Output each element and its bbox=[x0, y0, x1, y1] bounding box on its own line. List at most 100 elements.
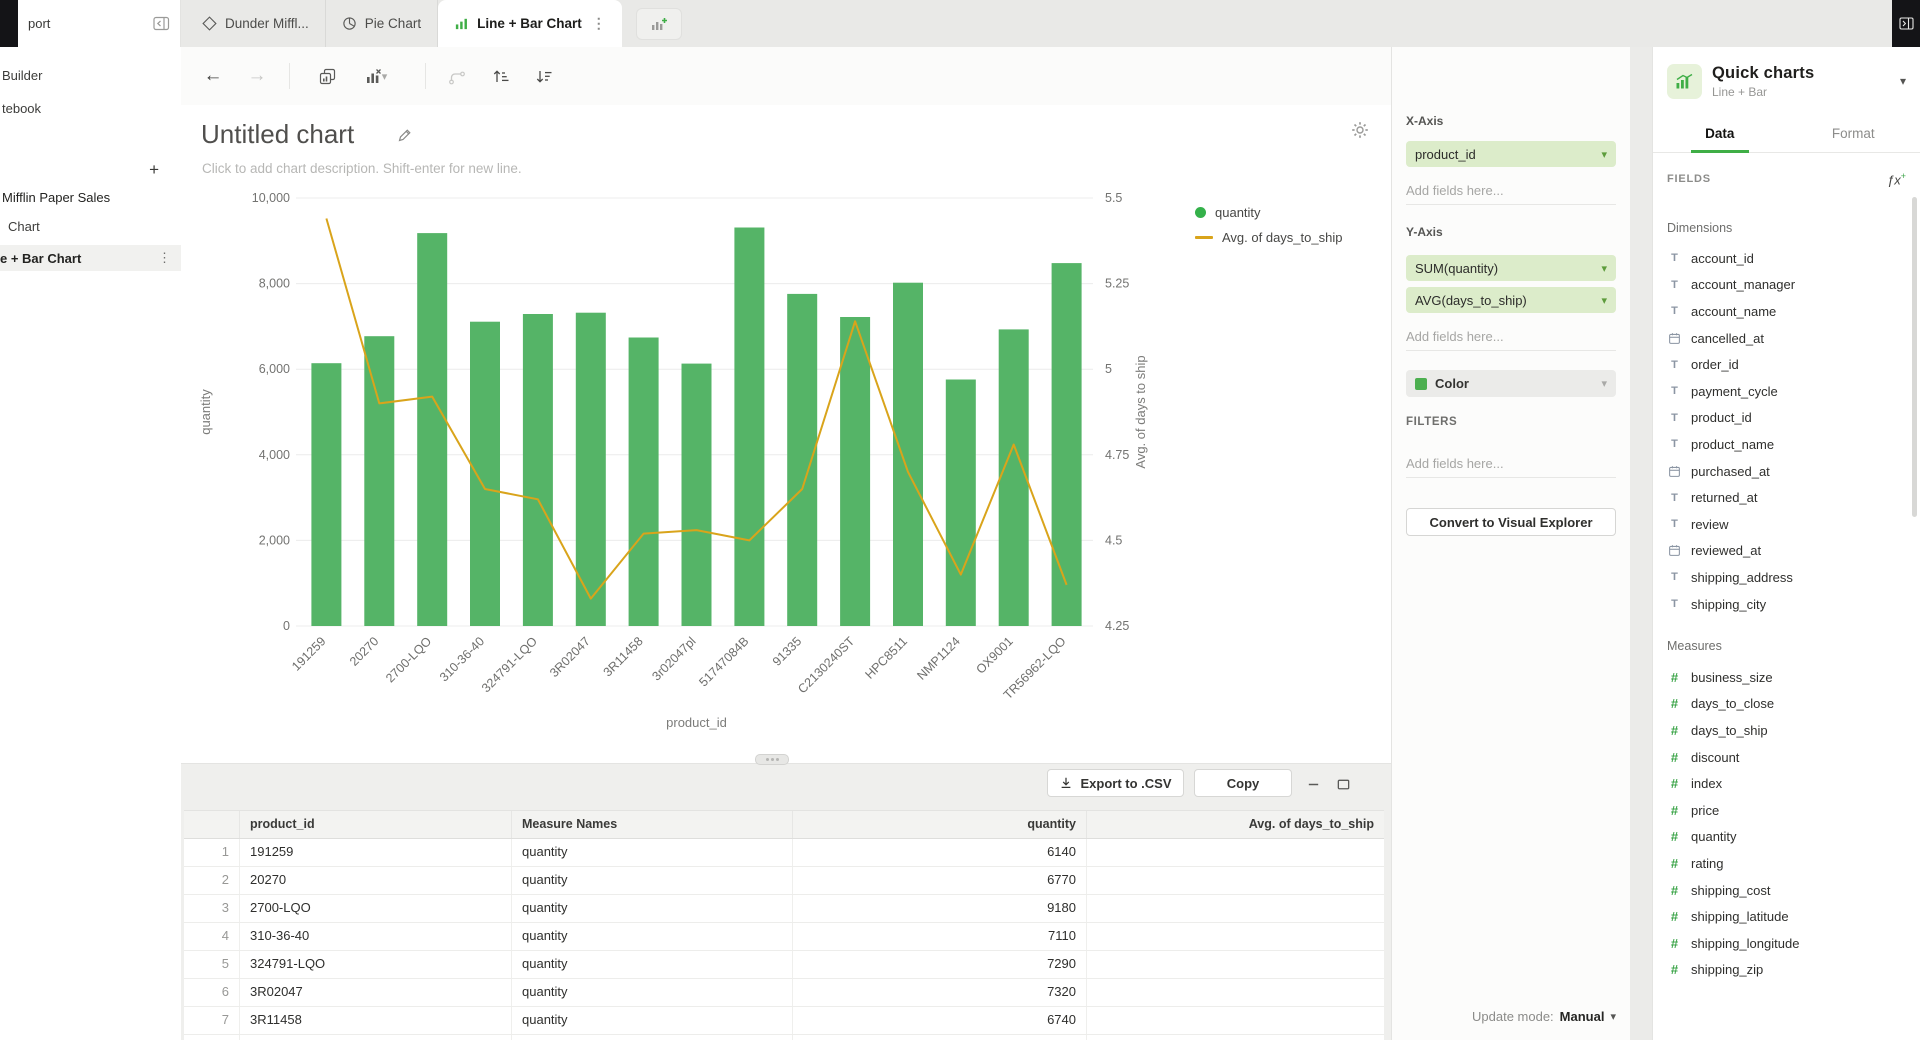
update-mode-control[interactable]: Update mode: Manual ▾ bbox=[1472, 1009, 1616, 1024]
bar[interactable] bbox=[417, 233, 447, 626]
chart-description-placeholder[interactable]: Click to add chart description. Shift-en… bbox=[202, 161, 522, 176]
edit-title-pencil-icon[interactable] bbox=[397, 127, 413, 143]
dimension-item[interactable]: Tproduct_name bbox=[1653, 431, 1920, 458]
table-row[interactable]: 83r02047plquantity6130 bbox=[184, 1035, 1384, 1040]
update-mode-value[interactable]: Manual bbox=[1560, 1009, 1605, 1024]
chevron-down-icon[interactable]: ▾ bbox=[1900, 74, 1906, 88]
sort-ascending-button[interactable] bbox=[489, 64, 513, 88]
bar[interactable] bbox=[629, 338, 659, 627]
bar[interactable] bbox=[946, 380, 976, 627]
chart-title[interactable]: Untitled chart bbox=[201, 119, 354, 150]
chevron-down-icon[interactable]: ▾ bbox=[1610, 1010, 1616, 1023]
measure-item[interactable]: #rating bbox=[1653, 850, 1920, 877]
table-row[interactable]: 1191259quantity6140 bbox=[184, 839, 1384, 867]
measure-item[interactable]: #index bbox=[1653, 770, 1920, 797]
tab-dunder-mifflin[interactable]: Dunder Miffl... bbox=[186, 0, 326, 47]
undo-back-button[interactable]: ← bbox=[201, 64, 225, 88]
chevron-down-icon[interactable]: ▾ bbox=[1601, 294, 1607, 307]
table-row[interactable]: 32700-LQOquantity9180 bbox=[184, 895, 1384, 923]
tab-pie-chart[interactable]: Pie Chart bbox=[326, 0, 438, 47]
filters-add-fields-input[interactable]: Add fields here... bbox=[1406, 451, 1616, 478]
measure-item[interactable]: #shipping_zip bbox=[1653, 957, 1920, 984]
x-axis-field-pill[interactable]: product_id ▾ bbox=[1406, 141, 1616, 167]
dimension-item[interactable]: Tproduct_id bbox=[1653, 405, 1920, 432]
bar[interactable] bbox=[470, 322, 500, 626]
sidebar-item-line-bar-chart[interactable]: e + Bar Chart ⋮ bbox=[0, 245, 181, 271]
collapse-table-button[interactable] bbox=[1301, 773, 1325, 795]
sort-descending-button[interactable] bbox=[532, 64, 556, 88]
new-chart-tab-button[interactable] bbox=[636, 8, 682, 40]
measure-item[interactable]: #days_to_ship bbox=[1653, 717, 1920, 744]
legend-entry-avg-days[interactable]: Avg. of days_to_ship bbox=[1195, 230, 1342, 245]
dimension-item[interactable]: Taccount_manager bbox=[1653, 272, 1920, 299]
measure-item[interactable]: #price bbox=[1653, 797, 1920, 824]
expand-panel-icon[interactable] bbox=[1899, 17, 1914, 30]
tab-menu-icon[interactable]: ⋮ bbox=[592, 15, 606, 32]
dimension-item[interactable]: Tshipping_city bbox=[1653, 591, 1920, 618]
bar[interactable] bbox=[734, 228, 764, 627]
copy-button[interactable]: Copy bbox=[1194, 769, 1292, 797]
chart-settings-gear-icon[interactable] bbox=[1351, 121, 1369, 139]
tab-data[interactable]: Data bbox=[1653, 115, 1787, 152]
sidebar-item-notebook[interactable]: tebook bbox=[2, 101, 41, 117]
add-page-button[interactable]: + bbox=[149, 162, 159, 178]
dimension-item[interactable]: purchased_at bbox=[1653, 458, 1920, 485]
bar[interactable] bbox=[682, 364, 712, 626]
chevron-down-icon[interactable]: ▾ bbox=[1601, 148, 1607, 161]
measure-item[interactable]: #shipping_longitude bbox=[1653, 930, 1920, 957]
measure-item[interactable]: #shipping_cost bbox=[1653, 877, 1920, 904]
add-formula-icon[interactable]: ƒx+ bbox=[1887, 171, 1906, 187]
column-header-quantity[interactable]: quantity bbox=[793, 811, 1087, 838]
measure-item[interactable]: #business_size bbox=[1653, 664, 1920, 691]
table-row[interactable]: 220270quantity6770 bbox=[184, 867, 1384, 895]
dimension-item[interactable]: Tpayment_cycle bbox=[1653, 378, 1920, 405]
tab-line-bar-chart[interactable]: Line + Bar Chart ⋮ bbox=[438, 0, 622, 47]
bar[interactable] bbox=[364, 336, 394, 626]
column-header-measure-names[interactable]: Measure Names bbox=[512, 811, 793, 838]
table-row[interactable]: 63R02047quantity7320 bbox=[184, 979, 1384, 1007]
bar[interactable] bbox=[787, 294, 817, 626]
dimension-item[interactable]: Treturned_at bbox=[1653, 484, 1920, 511]
y-axis-field-pill-avg-days[interactable]: AVG(days_to_ship) ▾ bbox=[1406, 287, 1616, 313]
duplicate-chart-button[interactable] bbox=[315, 64, 339, 88]
y-axis-field-pill-sum-quantity[interactable]: SUM(quantity) ▾ bbox=[1406, 255, 1616, 281]
measure-item[interactable]: #quantity bbox=[1653, 824, 1920, 851]
dimension-item[interactable]: reviewed_at bbox=[1653, 538, 1920, 565]
measure-item[interactable]: #shipping_latitude bbox=[1653, 903, 1920, 930]
bar[interactable] bbox=[999, 329, 1029, 626]
chart-resize-handle[interactable] bbox=[755, 754, 789, 765]
tab-format[interactable]: Format bbox=[1787, 115, 1920, 152]
panel-scrollbar[interactable] bbox=[1912, 197, 1917, 517]
convert-to-visual-explorer-button[interactable]: Convert to Visual Explorer bbox=[1406, 508, 1616, 536]
table-row[interactable]: 73R11458quantity6740 bbox=[184, 1007, 1384, 1035]
dimension-item[interactable]: cancelled_at bbox=[1653, 325, 1920, 352]
x-axis-add-fields-input[interactable]: Add fields here... bbox=[1406, 178, 1616, 205]
table-row[interactable]: 4310-36-40quantity7110 bbox=[184, 923, 1384, 951]
column-header-product-id[interactable]: product_id bbox=[240, 811, 512, 838]
measure-item[interactable]: #discount bbox=[1653, 744, 1920, 771]
bar[interactable] bbox=[311, 363, 341, 626]
item-menu-icon[interactable]: ⋮ bbox=[158, 250, 171, 266]
collapse-sidebar-icon[interactable] bbox=[153, 16, 170, 31]
bar[interactable] bbox=[840, 317, 870, 626]
dimension-item[interactable]: Torder_id bbox=[1653, 351, 1920, 378]
legend-entry-quantity[interactable]: quantity bbox=[1195, 205, 1342, 220]
expand-table-button[interactable] bbox=[1331, 773, 1355, 795]
sidebar-item-mifflin-paper-sales[interactable]: Mifflin Paper Sales bbox=[2, 190, 110, 206]
color-setting-row[interactable]: Color ▾ bbox=[1406, 370, 1616, 397]
bar[interactable] bbox=[1052, 263, 1082, 626]
table-row[interactable]: 5324791-LQOquantity7290 bbox=[184, 951, 1384, 979]
chevron-down-icon[interactable]: ▾ bbox=[1601, 377, 1607, 390]
measure-item[interactable]: #days_to_close bbox=[1653, 691, 1920, 718]
dimension-item[interactable]: Taccount_name bbox=[1653, 298, 1920, 325]
dimension-item[interactable]: Treview bbox=[1653, 511, 1920, 538]
y-axis-add-fields-input[interactable]: Add fields here... bbox=[1406, 324, 1616, 351]
dimension-item[interactable]: Taccount_id bbox=[1653, 245, 1920, 272]
remove-chart-button[interactable]: ▾ bbox=[359, 64, 393, 88]
export-csv-button[interactable]: Export to .CSV bbox=[1047, 769, 1184, 797]
redo-forward-button[interactable]: → bbox=[245, 64, 269, 88]
dimension-item[interactable]: Tshipping_address bbox=[1653, 564, 1920, 591]
branch-flow-button[interactable] bbox=[445, 64, 469, 88]
sidebar-item-builder[interactable]: Builder bbox=[2, 68, 42, 84]
chevron-down-icon[interactable]: ▾ bbox=[1601, 262, 1607, 275]
